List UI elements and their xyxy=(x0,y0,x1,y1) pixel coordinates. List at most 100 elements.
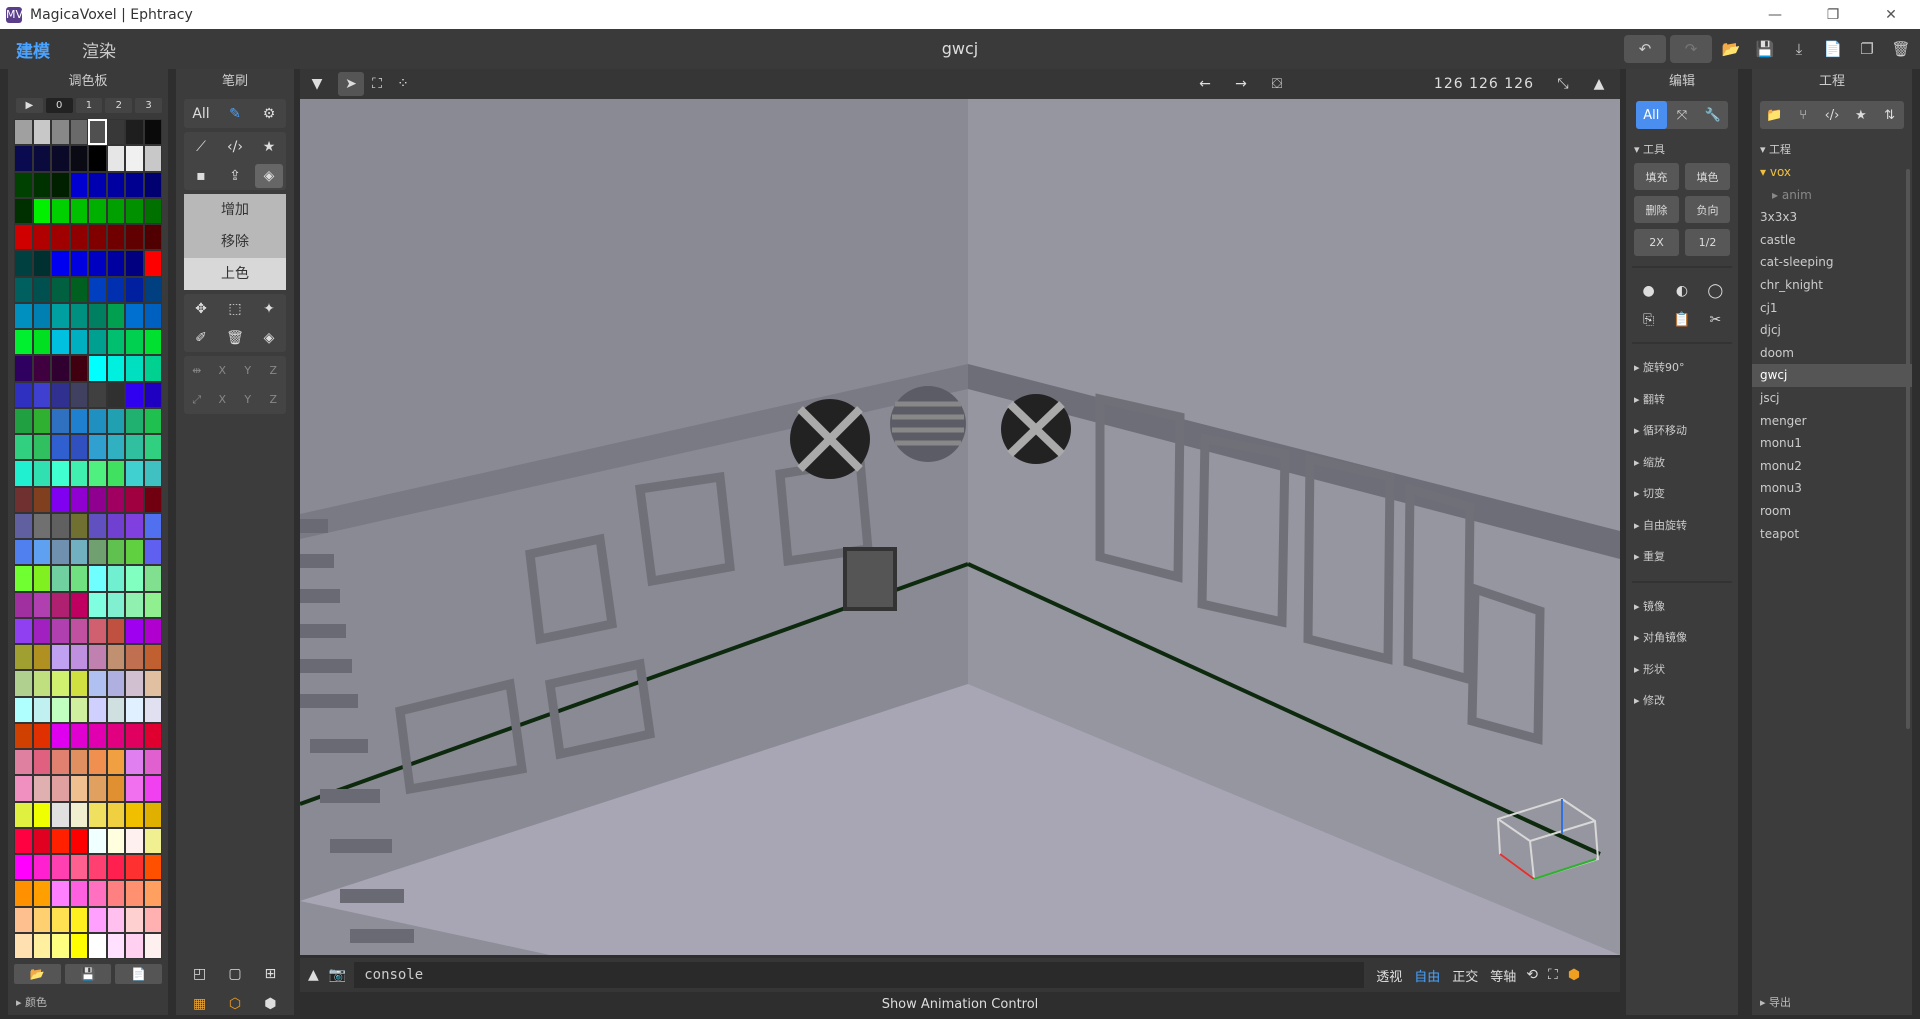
export-section[interactable]: ▸ 导出 xyxy=(1760,994,1791,1010)
palette-swatch[interactable] xyxy=(88,854,107,880)
palette-swatch[interactable] xyxy=(14,775,33,801)
palette-swatch[interactable] xyxy=(70,487,89,513)
cube-view-icon[interactable]: ⬢ xyxy=(1568,967,1580,983)
op-modify[interactable]: ▸ 修改 xyxy=(1626,685,1738,717)
collapse-up-icon[interactable]: ▲ xyxy=(1586,72,1612,96)
palette-swatch[interactable] xyxy=(107,145,126,171)
palette-swatch[interactable] xyxy=(144,775,163,801)
project-file-item[interactable]: cat-sleeping xyxy=(1752,251,1912,274)
palette-swatch[interactable] xyxy=(88,434,107,460)
palette-swatch[interactable] xyxy=(14,303,33,329)
palette-swatch[interactable] xyxy=(125,303,144,329)
sphere-icon[interactable]: ● xyxy=(1635,279,1663,303)
palette-swatch[interactable] xyxy=(51,460,70,486)
axis-z-toggle[interactable]: Z xyxy=(261,388,287,412)
project-file-item[interactable]: jscj xyxy=(1752,387,1912,410)
eyedropper-icon[interactable]: ✐ xyxy=(187,326,215,350)
palette-swatch[interactable] xyxy=(88,644,107,670)
copy-voxels-icon[interactable]: ⎘ xyxy=(1635,308,1663,332)
palette-swatch[interactable] xyxy=(51,802,70,828)
palette-swatch[interactable] xyxy=(33,828,52,854)
mode-attach-button[interactable]: 增加 xyxy=(184,194,286,226)
palette-swatch[interactable] xyxy=(107,460,126,486)
palette-swatch[interactable] xyxy=(70,618,89,644)
palette-swatch[interactable] xyxy=(144,460,163,486)
palette-swatch[interactable] xyxy=(107,828,126,854)
project-file-item[interactable]: monu2 xyxy=(1752,455,1912,478)
palette-swatch[interactable] xyxy=(107,933,126,959)
palette-swatch[interactable] xyxy=(70,828,89,854)
palette-swatch[interactable] xyxy=(51,277,70,303)
region-select-icon[interactable]: ⛶ xyxy=(364,72,390,96)
palette-swatch[interactable] xyxy=(107,592,126,618)
palette-swatch[interactable] xyxy=(144,565,163,591)
palette-swatch[interactable] xyxy=(14,618,33,644)
palette-swatch[interactable] xyxy=(14,565,33,591)
palette-swatch[interactable] xyxy=(107,775,126,801)
palette-swatch[interactable] xyxy=(107,565,126,591)
palette-swatch[interactable] xyxy=(144,828,163,854)
mirror-x-toggle[interactable]: X xyxy=(210,359,236,383)
palette-swatch[interactable] xyxy=(33,749,52,775)
palette-swatch[interactable] xyxy=(144,119,163,145)
palette-swatch[interactable] xyxy=(33,802,52,828)
palette-swatch[interactable] xyxy=(125,933,144,959)
layout-icon[interactable]: ◰ xyxy=(186,962,214,986)
palette-swatch[interactable] xyxy=(88,250,107,276)
palette-swatch[interactable] xyxy=(33,933,52,959)
palette-swatch[interactable] xyxy=(14,539,33,565)
palette-swatch[interactable] xyxy=(107,802,126,828)
settings-gear-icon[interactable]: ⚙ xyxy=(255,102,283,126)
palette-swatch[interactable] xyxy=(144,329,163,355)
palette-swatch[interactable] xyxy=(33,592,52,618)
palette-swatch[interactable] xyxy=(33,198,52,224)
palette-swatch[interactable] xyxy=(70,119,89,145)
cube-icon[interactable]: ⬡ xyxy=(221,992,249,1016)
edit-wrench-icon[interactable]: 🔧 xyxy=(1697,101,1728,129)
view-perspective[interactable]: 透视 xyxy=(1376,966,1402,985)
palette-swatch[interactable] xyxy=(51,933,70,959)
world-icon[interactable]: ▦ xyxy=(186,992,214,1016)
animation-control-toggle[interactable]: Show Animation Control xyxy=(300,995,1620,1015)
palette-swatch[interactable] xyxy=(33,907,52,933)
palette-swatch[interactable] xyxy=(51,434,70,460)
op-flip[interactable]: ▸ 翻转 xyxy=(1626,384,1738,416)
palette-swatch[interactable] xyxy=(33,670,52,696)
palette-swatch[interactable] xyxy=(107,277,126,303)
palette-swatch[interactable] xyxy=(125,670,144,696)
star-brush-icon[interactable]: ★ xyxy=(255,135,283,159)
palette-swatch[interactable] xyxy=(14,802,33,828)
model-dimensions[interactable]: 126 126 126 xyxy=(1434,76,1534,92)
palette-swatch[interactable] xyxy=(33,644,52,670)
palette-swatch[interactable] xyxy=(107,880,126,906)
op-free-rotate[interactable]: ▸ 自由旋转 xyxy=(1626,510,1738,542)
palette-swatch[interactable] xyxy=(51,907,70,933)
project-file-item[interactable]: teapot xyxy=(1752,523,1912,546)
palette-swatch[interactable] xyxy=(107,119,126,145)
palette-swatch[interactable] xyxy=(70,329,89,355)
palette-swatch[interactable] xyxy=(14,145,33,171)
palette-swatch[interactable] xyxy=(88,172,107,198)
palette-swatch[interactable] xyxy=(144,382,163,408)
palette-swatch[interactable] xyxy=(88,565,107,591)
palette-swatch[interactable] xyxy=(70,277,89,303)
palette-swatch[interactable] xyxy=(51,487,70,513)
palette-swatch[interactable] xyxy=(14,880,33,906)
folder-anim[interactable]: ▸ anim xyxy=(1752,184,1912,207)
brush-icon[interactable]: ✎ xyxy=(221,102,249,126)
palette-swatch[interactable] xyxy=(125,172,144,198)
minimize-button[interactable]: — xyxy=(1746,0,1804,29)
palette-swatch[interactable] xyxy=(51,355,70,381)
palette-swatch[interactable] xyxy=(51,775,70,801)
palette-swatch[interactable] xyxy=(14,513,33,539)
palette-swatch[interactable] xyxy=(144,250,163,276)
palette-swatch[interactable] xyxy=(88,460,107,486)
palette-swatch[interactable] xyxy=(70,513,89,539)
palette-swatch[interactable] xyxy=(88,802,107,828)
palette-swatch[interactable] xyxy=(14,198,33,224)
palette-swatch[interactable] xyxy=(70,198,89,224)
fill-color-button[interactable]: 填色 xyxy=(1685,163,1730,190)
palette-swatch[interactable] xyxy=(125,828,144,854)
palette-swatch[interactable] xyxy=(125,119,144,145)
tools-header[interactable]: ▾ 工具 xyxy=(1626,135,1738,161)
